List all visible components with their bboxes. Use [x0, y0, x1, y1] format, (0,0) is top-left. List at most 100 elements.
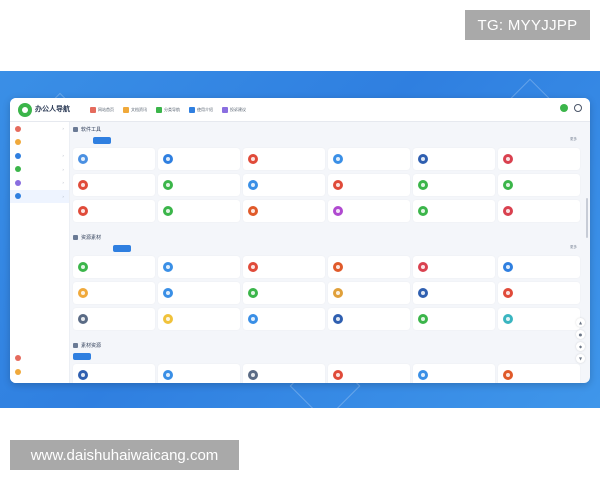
site-card[interactable]: [158, 308, 240, 330]
tab-8[interactable]: [233, 353, 251, 360]
sidebar-item-11[interactable]: [10, 271, 69, 285]
tab-0[interactable]: [73, 352, 91, 360]
tab-0[interactable]: [73, 137, 91, 144]
tab-7[interactable]: [213, 353, 231, 360]
scrollbar[interactable]: [586, 198, 588, 238]
sidebar-item-14[interactable]: [10, 311, 69, 325]
tab-10[interactable]: [273, 245, 291, 252]
tab-11[interactable]: [293, 137, 311, 144]
nav-item-1[interactable]: 文档资讯: [123, 106, 147, 113]
site-card[interactable]: [73, 282, 155, 304]
tab-6[interactable]: [193, 245, 211, 252]
site-card[interactable]: [243, 148, 325, 170]
tab-3[interactable]: [133, 353, 151, 360]
sidebar-item-18[interactable]: [10, 365, 69, 379]
tab-4[interactable]: [153, 353, 171, 360]
tab-2[interactable]: [113, 137, 131, 144]
site-card[interactable]: [73, 174, 155, 196]
site-card[interactable]: [328, 308, 410, 330]
tab-1[interactable]: [93, 245, 111, 252]
sidebar-item-8[interactable]: [10, 230, 69, 244]
nav-item-3[interactable]: 使用介绍: [189, 106, 213, 113]
nav-item-2[interactable]: 分类导航: [156, 106, 180, 113]
site-card[interactable]: [413, 148, 495, 170]
site-card[interactable]: [243, 364, 325, 383]
tab-6[interactable]: [193, 137, 211, 144]
site-card[interactable]: [243, 282, 325, 304]
more-link[interactable]: 更多: [570, 137, 577, 142]
site-card[interactable]: [243, 200, 325, 222]
sidebar-item-6[interactable]: [10, 203, 69, 217]
site-card[interactable]: [243, 174, 325, 196]
more-link[interactable]: 更多: [570, 245, 577, 250]
tab-1[interactable]: [93, 353, 111, 360]
sidebar-item-15[interactable]: [10, 325, 69, 339]
site-card[interactable]: [413, 200, 495, 222]
site-card[interactable]: [498, 364, 580, 383]
site-card[interactable]: [73, 256, 155, 278]
sidebar-item-13[interactable]: [10, 298, 69, 312]
tab-13[interactable]: [333, 353, 351, 360]
arrow-down-icon[interactable]: ▼: [576, 354, 585, 363]
tab-8[interactable]: [233, 137, 251, 144]
tab-2[interactable]: [113, 244, 131, 252]
site-card[interactable]: [158, 200, 240, 222]
tab-6[interactable]: [193, 353, 211, 360]
tab-7[interactable]: [213, 245, 231, 252]
site-card[interactable]: [73, 308, 155, 330]
tab-9[interactable]: [253, 137, 271, 144]
site-card[interactable]: [73, 200, 155, 222]
tab-5[interactable]: [173, 137, 191, 144]
tab-3[interactable]: [133, 137, 151, 144]
site-card[interactable]: [328, 174, 410, 196]
share-icon[interactable]: ◆: [576, 342, 585, 351]
site-card[interactable]: [73, 364, 155, 383]
sidebar-item-5[interactable]: ›: [10, 189, 69, 203]
site-card[interactable]: [243, 308, 325, 330]
tab-0[interactable]: [73, 245, 91, 252]
tab-10[interactable]: [273, 137, 291, 144]
sidebar-item-0[interactable]: ›: [10, 122, 69, 136]
site-card[interactable]: [328, 200, 410, 222]
site-card[interactable]: [413, 256, 495, 278]
site-card[interactable]: [498, 148, 580, 170]
tab-1[interactable]: [93, 136, 111, 144]
tab-5[interactable]: [173, 245, 191, 252]
site-card[interactable]: [328, 364, 410, 383]
sidebar-item-1[interactable]: [10, 136, 69, 150]
site-card[interactable]: [73, 148, 155, 170]
tab-10[interactable]: [273, 353, 291, 360]
site-card[interactable]: [498, 308, 580, 330]
site-card[interactable]: [413, 308, 495, 330]
arrow-up-icon[interactable]: ▲: [576, 318, 585, 327]
sidebar-item-10[interactable]: [10, 257, 69, 271]
site-card[interactable]: [158, 282, 240, 304]
site-card[interactable]: [413, 364, 495, 383]
nav-item-0[interactable]: 网站首页: [90, 106, 114, 113]
search-icon[interactable]: [574, 104, 582, 112]
tab-9[interactable]: [253, 245, 271, 252]
site-card[interactable]: [158, 256, 240, 278]
sidebar-item-4[interactable]: ›: [10, 176, 69, 190]
tab-12[interactable]: [313, 137, 331, 144]
tab-8[interactable]: [233, 245, 251, 252]
comment-icon[interactable]: ●: [576, 330, 585, 339]
sidebar-item-16[interactable]: [10, 338, 69, 352]
avatar-icon[interactable]: [560, 104, 568, 112]
site-card[interactable]: [498, 200, 580, 222]
site-card[interactable]: [413, 174, 495, 196]
sidebar-item-2[interactable]: ›: [10, 149, 69, 163]
sidebar-item-12[interactable]: [10, 284, 69, 298]
site-logo[interactable]: 办公人导航: [10, 102, 90, 117]
site-card[interactable]: [328, 148, 410, 170]
nav-item-4[interactable]: 投诉建议: [222, 106, 246, 113]
tab-13[interactable]: [333, 245, 351, 252]
site-card[interactable]: [328, 282, 410, 304]
tab-4[interactable]: [153, 245, 171, 252]
sidebar-item-3[interactable]: ›: [10, 163, 69, 177]
site-card[interactable]: [498, 174, 580, 196]
sidebar-item-9[interactable]: [10, 244, 69, 258]
site-card[interactable]: [498, 256, 580, 278]
site-card[interactable]: [243, 256, 325, 278]
site-card[interactable]: [158, 364, 240, 383]
